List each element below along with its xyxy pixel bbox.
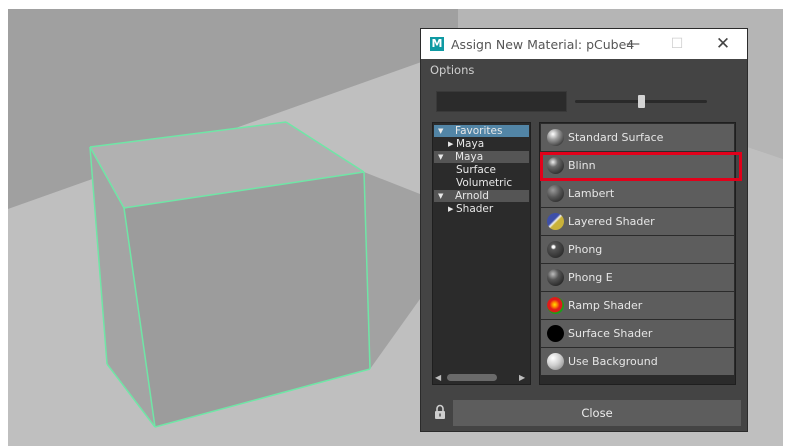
collapse-arrow-icon[interactable]: ▶ (448, 138, 453, 150)
material-item-layered-shader[interactable]: Layered Shader (541, 208, 734, 235)
tree-item-label: Favorites (455, 125, 503, 137)
scroll-right-icon[interactable]: ▶ (519, 371, 525, 384)
tree-horizontal-scrollbar[interactable]: ◀ ▶ (433, 371, 530, 384)
assign-material-dialog: M Assign New Material: pCube4 — ☐ ✕ Opti… (420, 28, 748, 432)
blinn-highlight-box (540, 152, 742, 181)
collapse-arrow-icon[interactable]: ▶ (448, 203, 453, 215)
phong-swatch-icon (547, 241, 564, 258)
minimize-button[interactable]: — (619, 33, 647, 55)
material-label: Use Background (568, 355, 658, 368)
surface-shader-swatch-icon (547, 325, 564, 342)
lambert-swatch-icon (547, 185, 564, 202)
close-window-button[interactable]: ✕ (709, 33, 737, 55)
tree-item-maya[interactable]: ▶ Maya (434, 138, 529, 150)
layered-shader-swatch-icon (547, 213, 564, 230)
material-item-standard-surface[interactable]: Standard Surface (541, 124, 734, 151)
menu-options[interactable]: Options (430, 63, 474, 77)
scroll-left-icon[interactable]: ◀ (435, 371, 441, 384)
material-label: Standard Surface (568, 131, 664, 144)
maya-logo-icon: M (430, 37, 444, 51)
filter-input[interactable] (436, 91, 567, 112)
expand-arrow-icon[interactable]: ▼ (438, 190, 443, 202)
expand-arrow-icon[interactable]: ▼ (438, 125, 443, 137)
material-label: Phong E (568, 271, 613, 284)
material-label: Surface Shader (568, 327, 653, 340)
icon-size-slider[interactable] (575, 95, 707, 108)
window-title: Assign New Material: pCube4 (451, 37, 635, 52)
close-button[interactable]: Close (453, 400, 741, 426)
tree-item-label: Volumetric (456, 177, 513, 189)
tree-item-surface[interactable]: Surface (434, 164, 529, 176)
tree-item-label: Surface (456, 164, 497, 176)
material-item-use-background[interactable]: Use Background (541, 348, 734, 375)
lock-icon[interactable] (434, 404, 446, 420)
material-item-phong-e[interactable]: Phong E (541, 264, 734, 291)
tree-item-arnold[interactable]: ▼ Arnold (434, 190, 529, 202)
material-item-phong[interactable]: Phong (541, 236, 734, 263)
material-label: Lambert (568, 187, 615, 200)
material-item-ramp-shader[interactable]: Ramp Shader (541, 292, 734, 319)
use-background-swatch-icon (547, 353, 564, 370)
ramp-shader-swatch-icon (547, 297, 564, 314)
tree-item-label: Maya (456, 138, 485, 150)
tree-item-label: Maya (455, 151, 484, 163)
material-label: Phong (568, 243, 603, 256)
expand-arrow-icon[interactable]: ▼ (438, 151, 443, 163)
tree-item-volumetric[interactable]: Volumetric (434, 177, 529, 189)
tree-item-favorites[interactable]: ▼ Favorites (434, 125, 529, 137)
slider-handle[interactable] (638, 95, 645, 108)
material-label: Ramp Shader (568, 299, 643, 312)
material-label: Layered Shader (568, 215, 655, 228)
tree-item-maya[interactable]: ▼ Maya (434, 151, 529, 163)
maximize-button[interactable]: ☐ (663, 33, 691, 55)
category-tree: ▼ Favorites ▶ Maya ▼ Maya Surface Volumetric ▼ Ar… (432, 122, 531, 385)
tree-item-label: Shader (456, 203, 494, 215)
phong-e-swatch-icon (547, 269, 564, 286)
standard-surface-swatch-icon (547, 129, 564, 146)
tree-item-label: Arnold (455, 190, 489, 202)
scrollbar-thumb[interactable] (447, 374, 497, 381)
material-item-surface-shader[interactable]: Surface Shader (541, 320, 734, 347)
tree-item-shader[interactable]: ▶ Shader (434, 203, 529, 215)
material-item-lambert[interactable]: Lambert (541, 180, 734, 207)
title-bar[interactable]: M Assign New Material: pCube4 — ☐ ✕ (421, 29, 747, 59)
